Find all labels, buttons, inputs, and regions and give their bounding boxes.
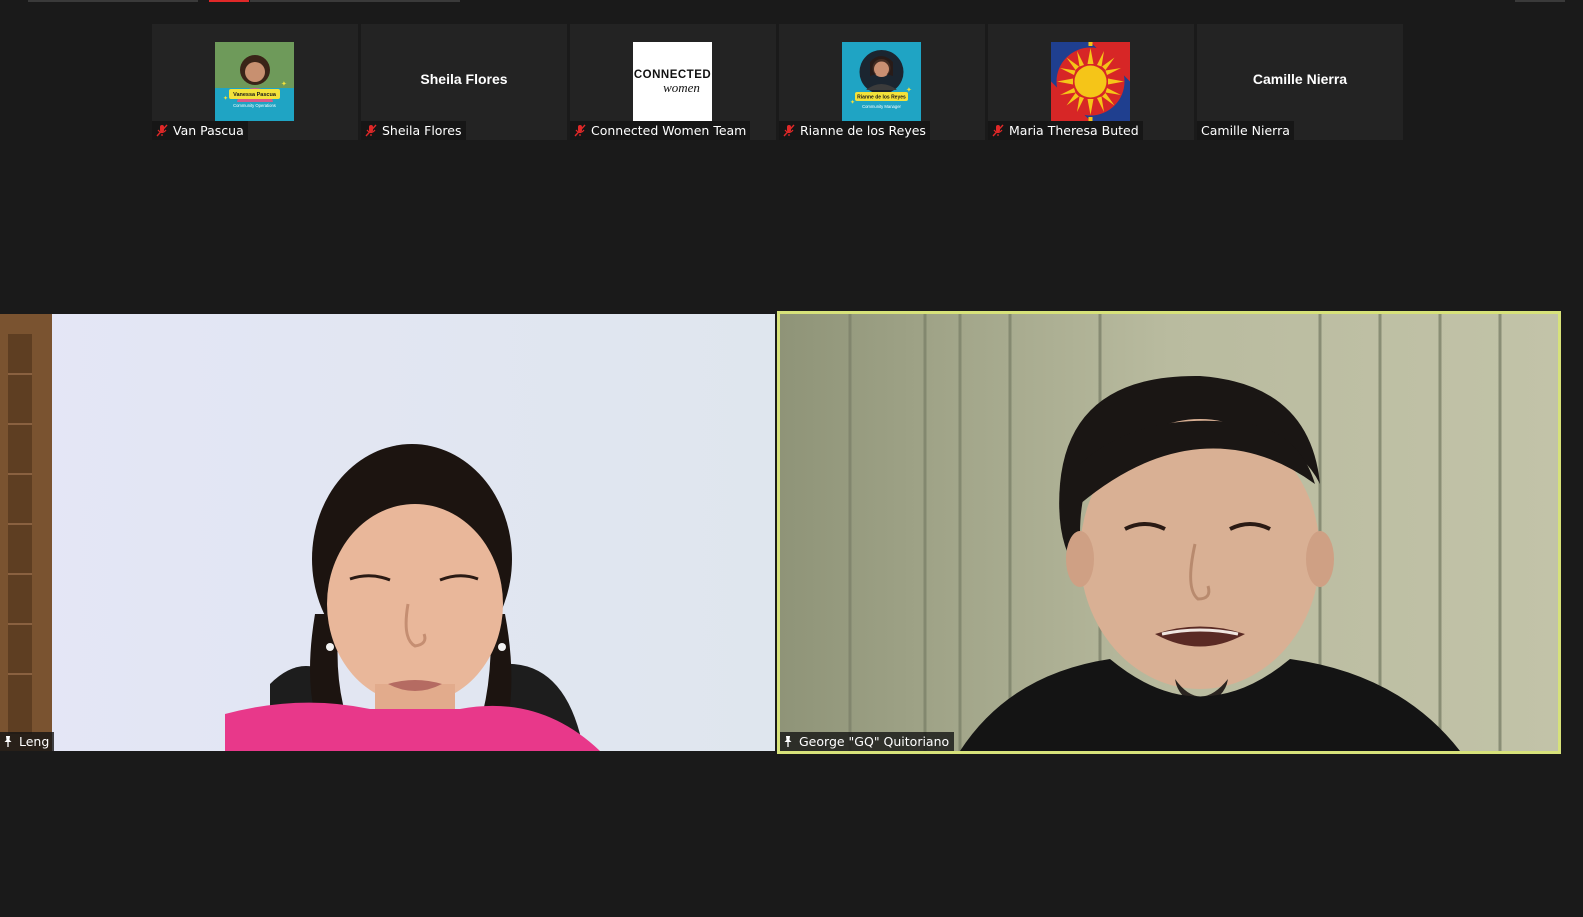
participant-gallery-strip: Vanessa Pascua Community Operations ✦ ✦ …: [152, 24, 1403, 140]
participant-name: Connected Women Team: [591, 123, 747, 138]
participant-name-label: Maria Theresa Buted: [988, 121, 1143, 140]
muted-microphone-icon: [365, 124, 377, 137]
pin-icon: [4, 736, 12, 747]
svg-text:✦: ✦: [906, 86, 912, 94]
svg-text:✦: ✦: [850, 99, 855, 106]
video-panel-george-quitoriano[interactable]: George "GQ" Quitoriano: [777, 311, 1561, 754]
meeting-window: Vanessa Pascua Community Operations ✦ ✦ …: [0, 0, 1583, 917]
participant-tile-camille-nierra[interactable]: Camille Nierra Camille Nierra: [1197, 24, 1403, 140]
participant-name-label: Sheila Flores: [361, 121, 466, 140]
webcam-feed: [780, 314, 1558, 751]
profile-photo-avatar: Vanessa Pascua Community Operations ✦ ✦: [215, 42, 294, 121]
pin-icon: [784, 736, 792, 747]
webcam-feed: [0, 314, 775, 751]
muted-microphone-icon: [992, 124, 1004, 137]
participant-name: Maria Theresa Buted: [1009, 123, 1139, 138]
muted-microphone-icon: [783, 124, 795, 137]
recording-indicator: [209, 0, 249, 2]
logo-text-bottom: women: [663, 80, 700, 95]
participant-name-label: Camille Nierra: [1197, 121, 1294, 140]
muted-microphone-icon: [156, 124, 168, 137]
svg-text:✦: ✦: [281, 80, 287, 88]
participant-tile-connected-women-team[interactable]: CONNECTED women Connected Women Team: [570, 24, 776, 140]
muted-microphone-icon: [574, 124, 586, 137]
participant-name-label: Connected Women Team: [570, 121, 751, 140]
video-panel-leng[interactable]: Leng: [0, 314, 775, 751]
participant-tile-van-pascua[interactable]: Vanessa Pascua Community Operations ✦ ✦ …: [152, 24, 358, 140]
connected-women-logo: CONNECTED women: [633, 42, 712, 121]
sun-logo-avatar: [1051, 42, 1130, 121]
participant-name: Van Pascua: [173, 123, 244, 138]
top-toolbar-edge: [1515, 0, 1565, 2]
participant-tile-maria-theresa-buted[interactable]: Maria Theresa Buted: [988, 24, 1194, 140]
participant-name: Sheila Flores: [382, 123, 462, 138]
video-name-label: Leng: [0, 732, 55, 751]
video-name-label: George "GQ" Quitoriano: [780, 732, 955, 751]
participant-display-name: Sheila Flores: [420, 71, 508, 87]
top-toolbar-edge: [250, 0, 460, 2]
svg-text:✦: ✦: [223, 95, 228, 102]
participant-name: George "GQ" Quitoriano: [799, 734, 950, 749]
profile-photo-avatar: Rianne de los Reyes Community Manager ✦ …: [842, 42, 921, 121]
participant-tile-sheila-flores[interactable]: Sheila Flores Sheila Flores: [361, 24, 567, 140]
avatar-name-tag: Vanessa Pascua: [233, 92, 277, 98]
avatar-name-tag: Rianne de los Reyes: [857, 95, 906, 101]
avatar-role: Community Manager: [862, 104, 901, 109]
avatar-role: Community Operations: [233, 103, 276, 108]
participant-name: Camille Nierra: [1201, 123, 1290, 138]
top-toolbar-edge: [28, 0, 198, 2]
participant-name: Rianne de los Reyes: [800, 123, 926, 138]
participant-name: Leng: [19, 734, 50, 749]
participant-name-label: Van Pascua: [152, 121, 248, 140]
participant-display-name: Camille Nierra: [1252, 71, 1348, 87]
participant-tile-rianne-de-los-reyes[interactable]: Rianne de los Reyes Community Manager ✦ …: [779, 24, 985, 140]
participant-name-label: Rianne de los Reyes: [779, 121, 930, 140]
